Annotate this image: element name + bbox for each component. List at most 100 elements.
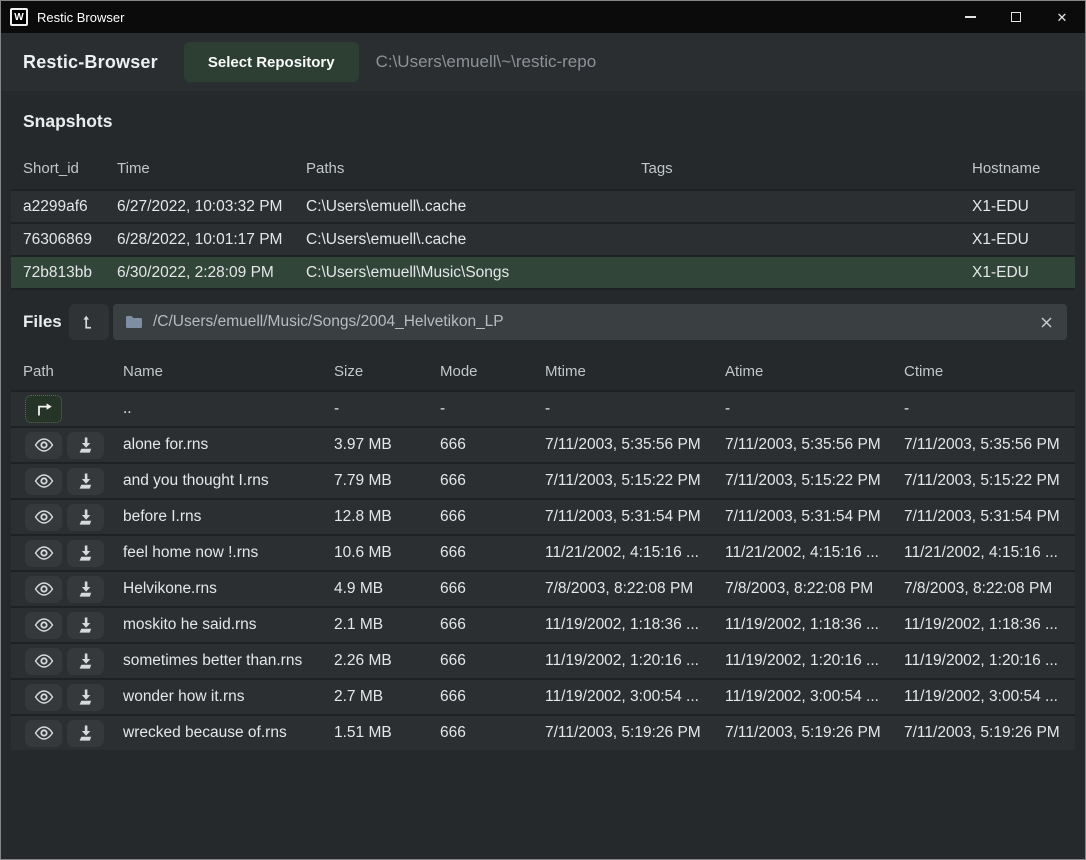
file-cell-atime: 7/11/2003, 5:15:22 PM: [713, 464, 892, 498]
clear-path-button[interactable]: [1038, 314, 1055, 331]
file-cell-size: 7.79 MB: [322, 464, 428, 498]
file-row: ..-----: [11, 390, 1075, 426]
snapshots-heading: Snapshots: [23, 103, 1063, 139]
maximize-button[interactable]: [993, 1, 1039, 33]
file-row: sometimes better than.rns2.26 MB66611/19…: [11, 642, 1075, 678]
file-cell-ctime: 11/21/2002, 4:15:16 ...: [892, 536, 1075, 570]
preview-button[interactable]: [25, 720, 62, 747]
files-bar: Files /C/Users/emuell/Music/Songs/2004_H…: [23, 304, 1067, 340]
file-cell-size: 10.6 MB: [322, 536, 428, 570]
files-table: PathNameSizeModeMtimeAtimeCtime ..-----a…: [11, 352, 1075, 750]
file-row: wonder how it.rns2.7 MB66611/19/2002, 3:…: [11, 678, 1075, 714]
file-cell-size: 12.8 MB: [322, 500, 428, 534]
file-cell-mode: 666: [428, 428, 533, 462]
snapshot-cell-hostname: X1-EDU: [960, 257, 1075, 288]
download-button[interactable]: [67, 720, 104, 747]
file-cell-mode: 666: [428, 572, 533, 606]
download-button[interactable]: [67, 432, 104, 459]
clear-icon: [1040, 316, 1053, 329]
titlebar: W Restic Browser ✕: [1, 1, 1085, 33]
download-button[interactable]: [67, 648, 104, 675]
select-repository-button[interactable]: Select Repository: [184, 42, 359, 82]
minimize-button[interactable]: [947, 1, 993, 33]
file-actions-cell: [11, 680, 111, 714]
download-button[interactable]: [67, 504, 104, 531]
files-path-value: /C/Users/emuell/Music/Songs/2004_Helveti…: [153, 313, 1038, 331]
file-cell-ctime: 7/8/2003, 8:22:08 PM: [892, 572, 1075, 606]
file-cell-mode: 666: [428, 716, 533, 750]
snapshot-cell-paths: C:\Users\emuell\.cache: [294, 224, 629, 255]
go-parent-button[interactable]: [25, 395, 62, 423]
file-cell-name: and you thought I.rns: [111, 464, 322, 498]
preview-button[interactable]: [25, 576, 62, 603]
file-cell-ctime: 7/11/2003, 5:35:56 PM: [892, 428, 1075, 462]
file-cell-mtime: 7/8/2003, 8:22:08 PM: [533, 572, 713, 606]
file-actions-cell: [11, 500, 111, 534]
snapshots-column-header: Time: [105, 147, 294, 189]
preview-button[interactable]: [25, 540, 62, 567]
file-cell-mtime: 11/21/2002, 4:15:16 ...: [533, 536, 713, 570]
file-row: before I.rns12.8 MB6667/11/2003, 5:31:54…: [11, 498, 1075, 534]
file-actions-cell: [11, 716, 111, 750]
file-cell-atime: 7/8/2003, 8:22:08 PM: [713, 572, 892, 606]
file-cell-size: 4.9 MB: [322, 572, 428, 606]
file-cell-ctime: 7/11/2003, 5:15:22 PM: [892, 464, 1075, 498]
preview-button[interactable]: [25, 504, 62, 531]
file-cell-ctime: 11/19/2002, 1:18:36 ...: [892, 608, 1075, 642]
snapshot-cell-paths: C:\Users\emuell\Music\Songs: [294, 257, 629, 288]
file-cell-ctime: 11/19/2002, 3:00:54 ...: [892, 680, 1075, 714]
file-cell-atime: 11/19/2002, 3:00:54 ...: [713, 680, 892, 714]
file-cell-name: moskito he said.rns: [111, 608, 322, 642]
file-row: wrecked because of.rns1.51 MB6667/11/200…: [11, 714, 1075, 750]
file-actions-cell: [11, 572, 111, 606]
preview-icon: [34, 690, 54, 704]
close-icon: ✕: [1057, 11, 1068, 24]
download-button[interactable]: [67, 612, 104, 639]
files-column-header: Mode: [428, 352, 533, 390]
file-row: Helvikone.rns4.9 MB6667/8/2003, 8:22:08 …: [11, 570, 1075, 606]
file-cell-name: wrecked because of.rns: [111, 716, 322, 750]
preview-button[interactable]: [25, 468, 62, 495]
download-icon: [77, 436, 95, 454]
download-button[interactable]: [67, 576, 104, 603]
preview-button[interactable]: [25, 612, 62, 639]
app-window: W Restic Browser ✕ Restic-Browser Select…: [0, 0, 1086, 860]
files-column-header: Size: [322, 352, 428, 390]
file-cell-name: wonder how it.rns: [111, 680, 322, 714]
close-button[interactable]: ✕: [1039, 1, 1085, 33]
snapshot-cell-time: 6/30/2022, 2:28:09 PM: [105, 257, 294, 288]
snapshot-cell-short_id: a2299af6: [11, 191, 105, 222]
preview-icon: [34, 474, 54, 488]
file-cell-atime: 7/11/2003, 5:19:26 PM: [713, 716, 892, 750]
snapshot-cell-hostname: X1-EDU: [960, 224, 1075, 255]
preview-button[interactable]: [25, 684, 62, 711]
file-cell-name: ..: [111, 392, 322, 426]
file-row: moskito he said.rns2.1 MB66611/19/2002, …: [11, 606, 1075, 642]
snapshots-table-header: Short_idTimePathsTagsHostname: [11, 147, 1075, 189]
file-cell-mode: 666: [428, 536, 533, 570]
snapshot-row[interactable]: 72b813bb6/30/2022, 2:28:09 PMC:\Users\em…: [11, 255, 1075, 288]
maximize-icon: [1011, 12, 1021, 22]
snapshot-cell-tags: [629, 191, 960, 222]
preview-button[interactable]: [25, 648, 62, 675]
files-path-input[interactable]: /C/Users/emuell/Music/Songs/2004_Helveti…: [113, 304, 1067, 340]
download-icon: [77, 652, 95, 670]
download-button[interactable]: [67, 468, 104, 495]
preview-icon: [34, 726, 54, 740]
snapshot-cell-paths: C:\Users\emuell\.cache: [294, 191, 629, 222]
snapshot-row[interactable]: 763068696/28/2022, 10:01:17 PMC:\Users\e…: [11, 222, 1075, 255]
file-row: and you thought I.rns7.79 MB6667/11/2003…: [11, 462, 1075, 498]
file-cell-atime: 11/19/2002, 1:18:36 ...: [713, 608, 892, 642]
snapshots-table: Short_idTimePathsTagsHostname a2299af66/…: [11, 147, 1075, 290]
up-level-icon: [80, 313, 98, 331]
download-icon: [77, 508, 95, 526]
tree-view-button[interactable]: [69, 304, 109, 340]
snapshot-cell-short_id: 76306869: [11, 224, 105, 255]
snapshot-row[interactable]: a2299af66/27/2022, 10:03:32 PMC:\Users\e…: [11, 189, 1075, 222]
file-cell-mtime: 7/11/2003, 5:15:22 PM: [533, 464, 713, 498]
download-button[interactable]: [67, 684, 104, 711]
download-button[interactable]: [67, 540, 104, 567]
file-cell-mode: 666: [428, 608, 533, 642]
download-icon: [77, 688, 95, 706]
preview-button[interactable]: [25, 432, 62, 459]
